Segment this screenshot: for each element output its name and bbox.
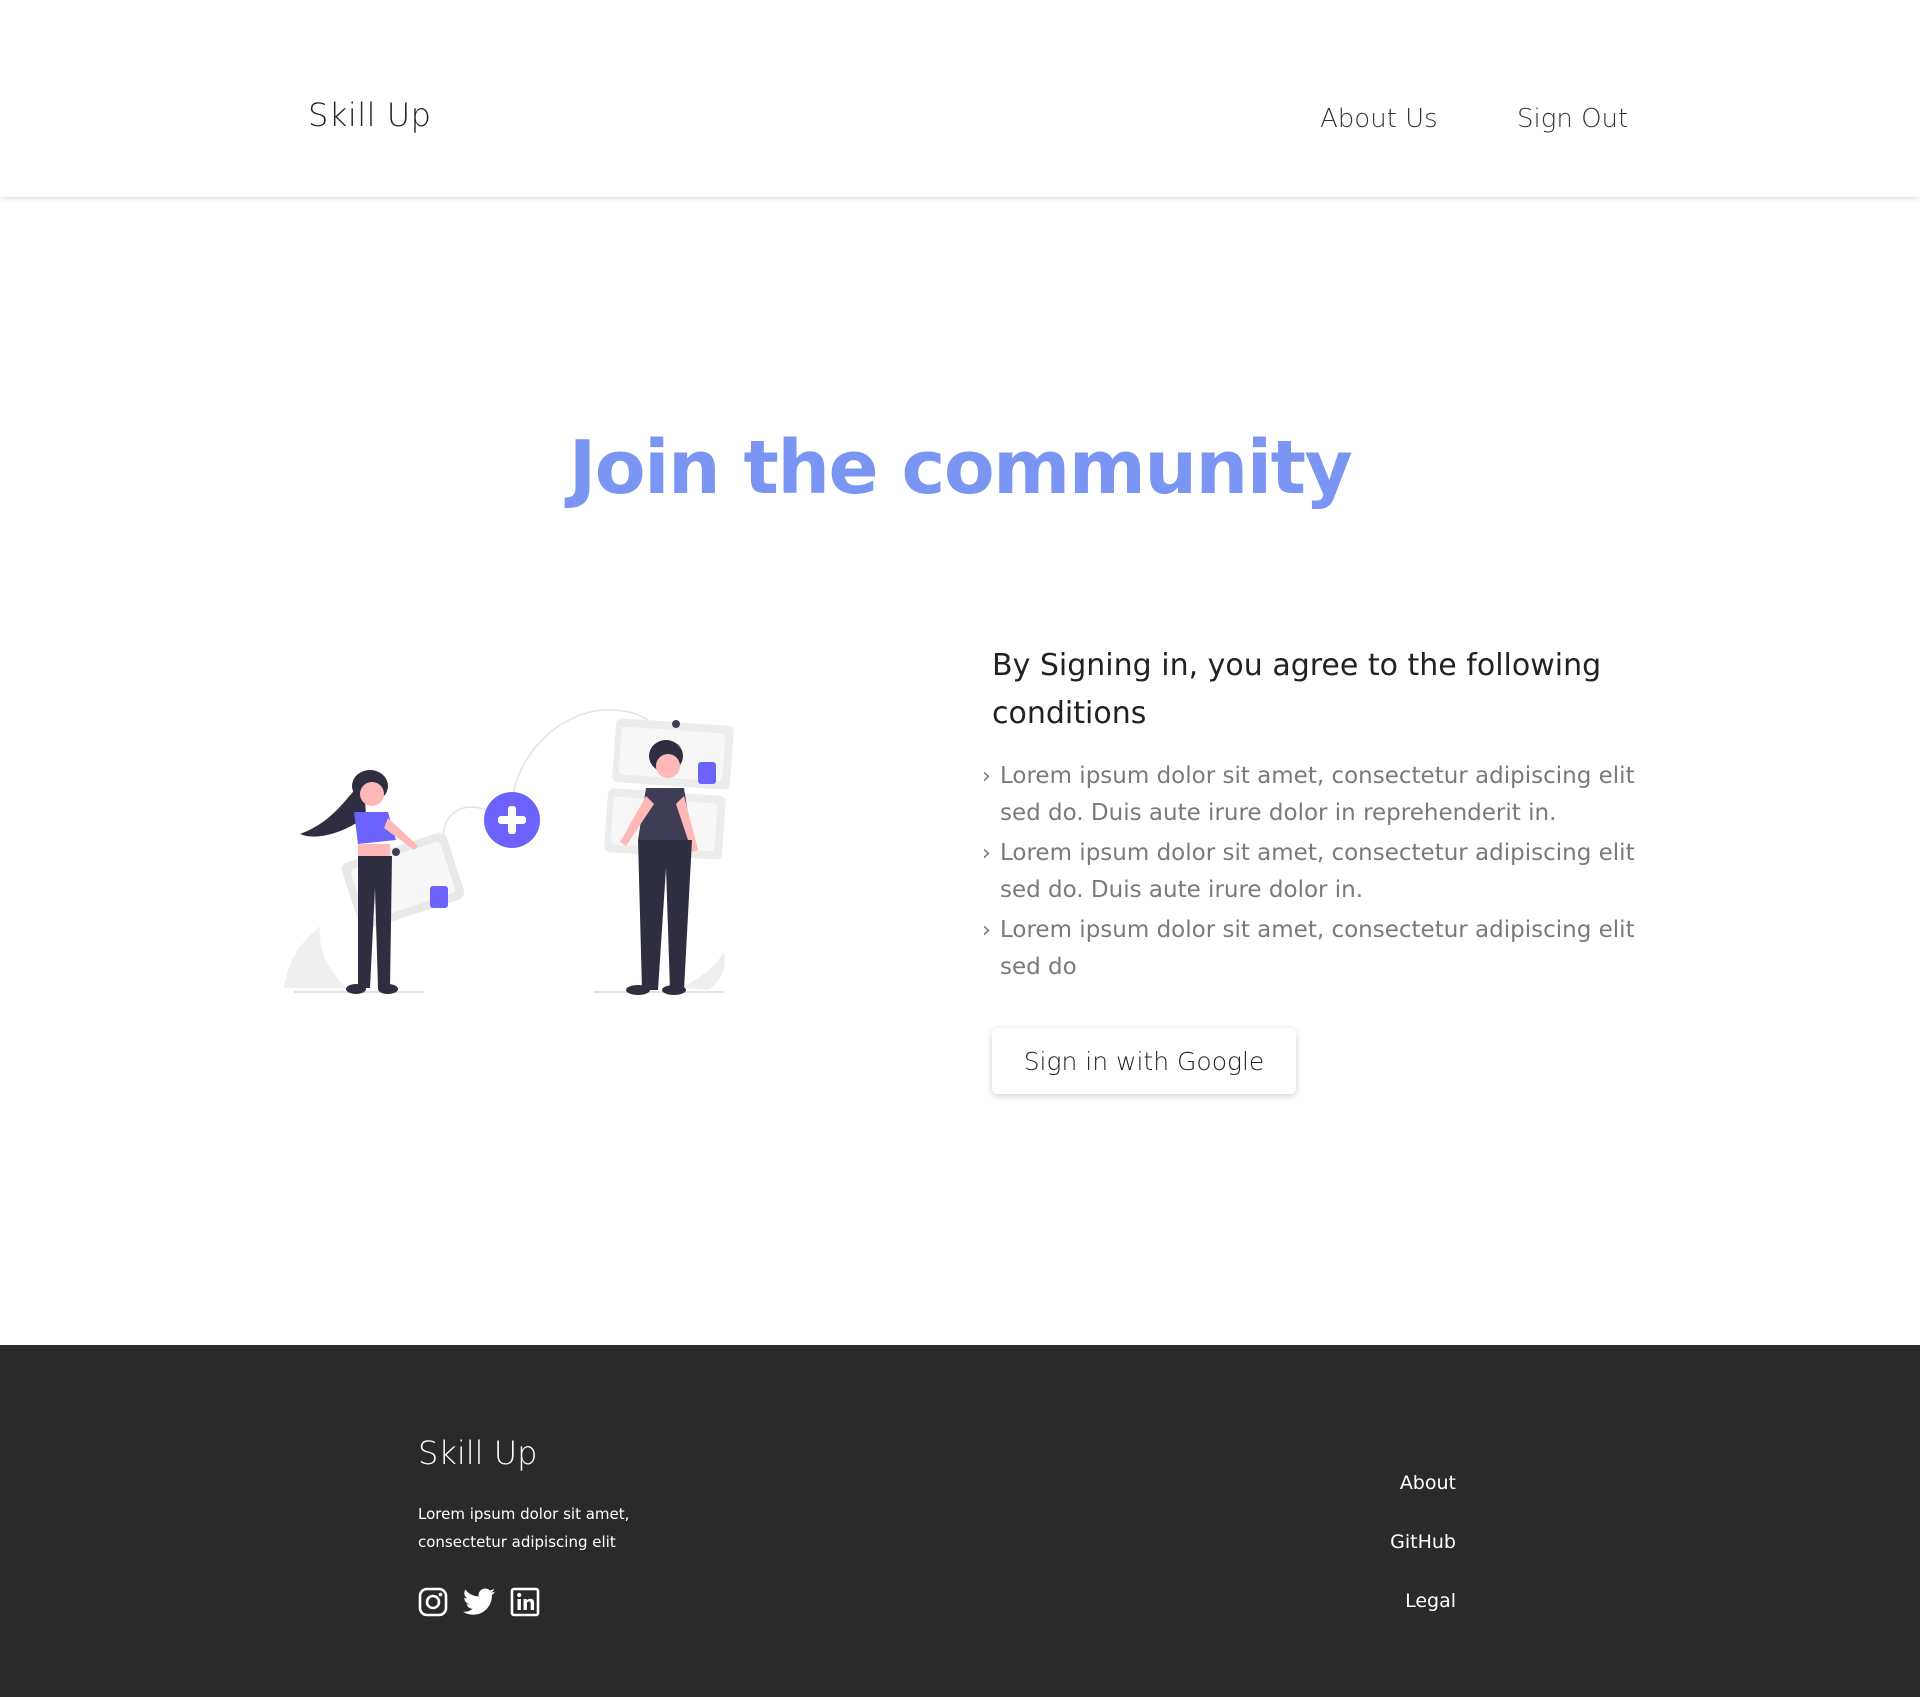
list-item: › Lorem ipsum dolor sit amet, consectetur… xyxy=(982,912,1642,986)
instagram-icon[interactable] xyxy=(418,1587,448,1617)
man-shoe-left xyxy=(626,985,650,995)
community-illustration xyxy=(284,709,734,995)
twitter-icon[interactable] xyxy=(462,1587,496,1617)
site-footer: Skill Up Lorem ipsum dolor sit amet, con… xyxy=(0,1345,1920,1697)
plant-right-shape xyxy=(680,952,725,990)
list-item: › Lorem ipsum dolor sit amet, consectetur… xyxy=(982,835,1642,909)
plant-left-shape xyxy=(284,926,346,988)
terms-item-text: Lorem ipsum dolor sit amet, consectetur … xyxy=(1000,840,1635,903)
terms-list: › Lorem ipsum dolor sit amet, consectetur… xyxy=(982,758,1642,989)
linkedin-icon[interactable] xyxy=(510,1587,540,1617)
doc-icon-left xyxy=(430,886,448,908)
woman-shoe-left xyxy=(346,984,366,994)
nav-about-us-link[interactable]: About Us xyxy=(1320,104,1438,134)
footer-description: Lorem ipsum dolor sit amet, consectetur … xyxy=(418,1505,630,1551)
sign-in-with-google-button[interactable]: Sign in with Google xyxy=(992,1028,1296,1094)
footer-link-github[interactable]: GitHub xyxy=(1390,1531,1456,1553)
connector-arc-small xyxy=(442,806,491,839)
plus-bar-v xyxy=(508,806,516,834)
footer-brand: Skill Up xyxy=(418,1434,538,1472)
woman-waist xyxy=(358,844,390,856)
chevron-right-icon: › xyxy=(982,764,991,789)
terms-heading: By Signing in, you agree to the followin… xyxy=(992,648,1602,731)
nav-sign-out-link[interactable]: Sign Out xyxy=(1517,104,1628,134)
doc-icon-right xyxy=(698,762,716,784)
man-shoe-right xyxy=(662,985,686,995)
page-title: Join the community xyxy=(568,425,1353,511)
chevron-right-icon: › xyxy=(982,841,991,866)
man-head xyxy=(656,754,680,778)
woman-card-dot xyxy=(392,848,400,856)
footer-link-legal[interactable]: Legal xyxy=(1405,1590,1456,1612)
terms-item-text: Lorem ipsum dolor sit amet, consectetur … xyxy=(1000,763,1635,826)
chevron-right-icon: › xyxy=(982,918,991,943)
brand-logo[interactable]: Skill Up xyxy=(308,96,431,134)
woman-shoe-right xyxy=(378,984,398,994)
list-item: › Lorem ipsum dolor sit amet, consectetur… xyxy=(982,758,1642,832)
terms-item-text: Lorem ipsum dolor sit amet, consectetur … xyxy=(1000,917,1635,980)
man-legs xyxy=(638,840,692,990)
footer-link-about[interactable]: About xyxy=(1400,1472,1456,1494)
card-dot xyxy=(672,720,680,728)
woman-head xyxy=(360,782,384,806)
site-header: Skill Up About Us Sign Out xyxy=(0,0,1920,197)
